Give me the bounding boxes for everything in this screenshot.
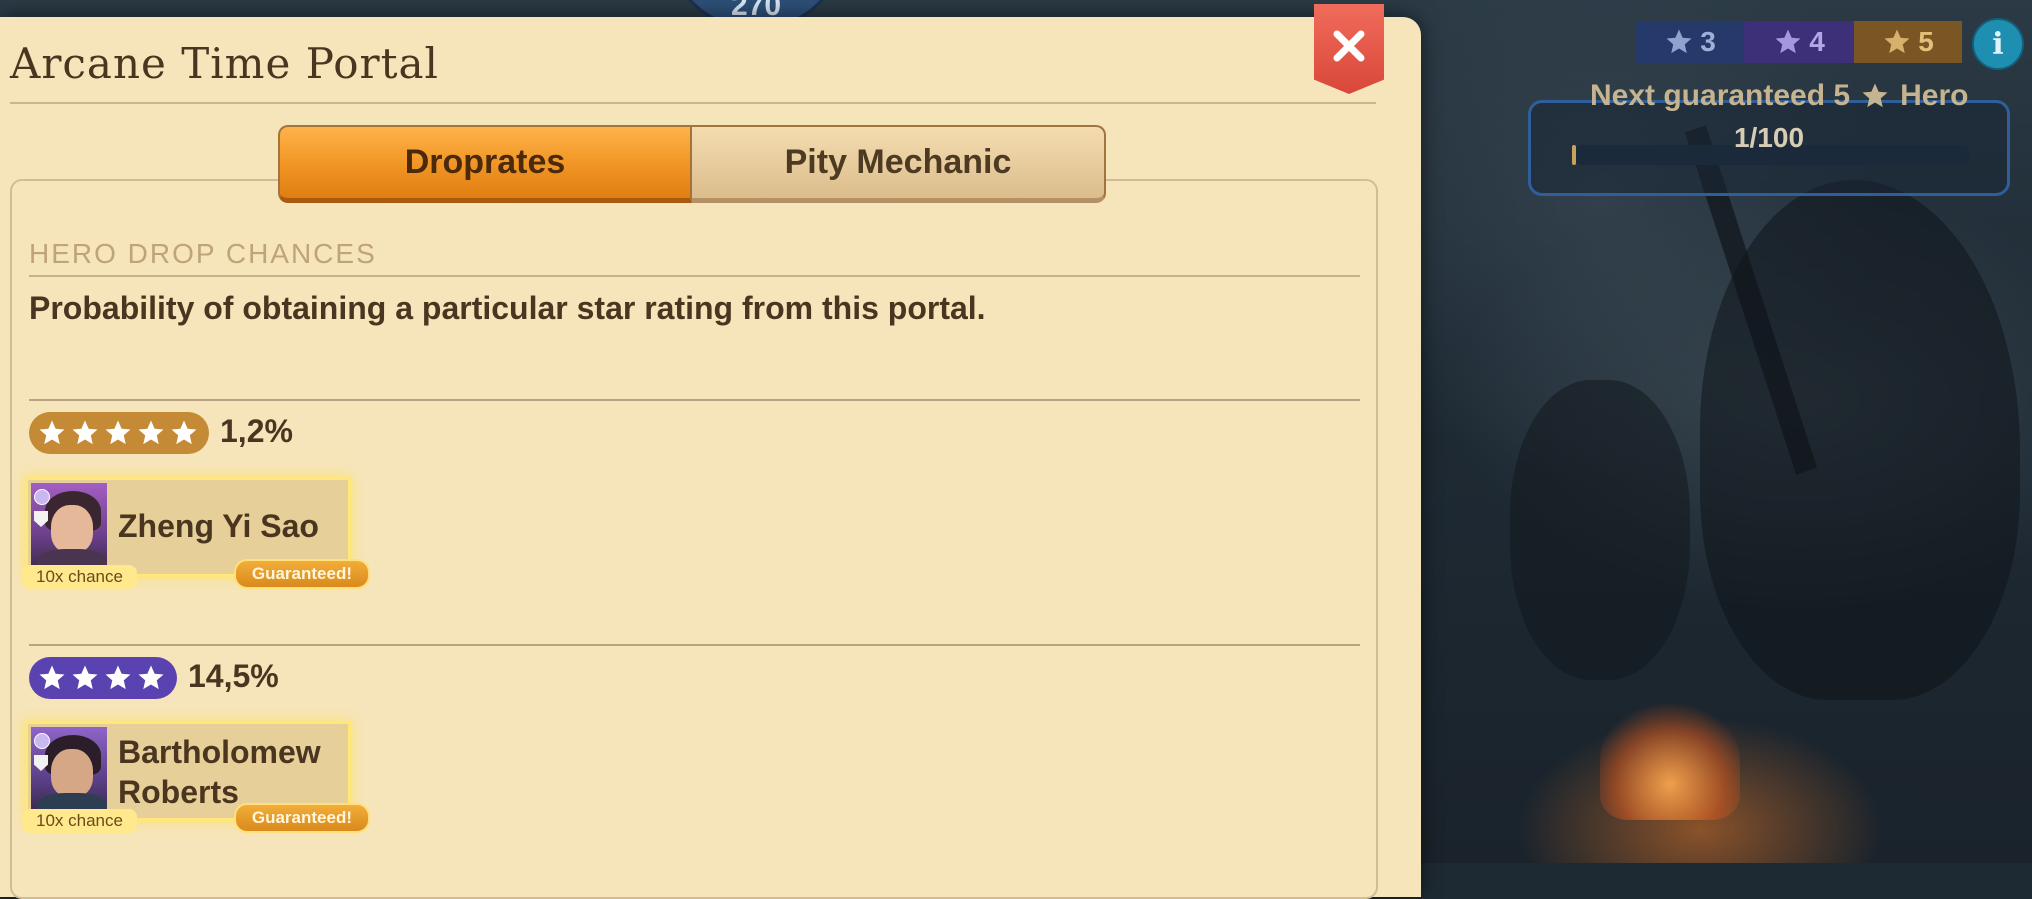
hero-card-zheng-yi-sao[interactable]: Zheng Yi Sao 10x chance Guaranteed! <box>22 477 370 589</box>
guarantee-label: Next guaranteed 5 Hero <box>1590 76 1968 116</box>
star-icon <box>72 665 98 690</box>
star-filter-3[interactable]: 3 <box>1636 21 1744 63</box>
star-filter-label: 4 <box>1809 26 1825 57</box>
moon-icon <box>34 489 50 505</box>
title-divider <box>10 102 1376 104</box>
guaranteed-tag: Guaranteed! <box>233 559 370 589</box>
tier-divider <box>29 399 1360 401</box>
star-icon <box>138 420 164 445</box>
portrait-face <box>51 749 93 797</box>
close-icon <box>1333 30 1365 62</box>
star-filter-tabs: 3 4 5 <box>1636 21 1962 63</box>
guarantee-label-prefix: Next guaranteed 5 <box>1590 79 1851 112</box>
star-icon <box>1862 83 1888 108</box>
section-divider <box>29 275 1360 277</box>
chance-tag: 10x chance <box>22 565 137 589</box>
star-filter-label: 5 <box>1918 26 1934 57</box>
hero-name: Zheng Yi Sao <box>118 508 319 544</box>
star-icon <box>1775 29 1801 54</box>
guarantee-label-suffix: Hero <box>1900 79 1969 112</box>
star-filter-4[interactable]: 4 <box>1744 21 1854 63</box>
star-icon <box>39 665 65 690</box>
star-filter-label: 3 <box>1700 26 1716 57</box>
hero-card-bartholomew-roberts[interactable]: Bartholomew Roberts 10x chance Guarantee… <box>22 721 370 833</box>
star-icon <box>105 420 131 445</box>
section-description: Probability of obtaining a particular st… <box>29 290 986 326</box>
hero-name-line2: Roberts <box>118 774 239 810</box>
background-silhouette <box>1510 380 1690 680</box>
star-icon <box>105 665 131 690</box>
star-icon <box>72 420 98 445</box>
five-star-rating-pill <box>29 412 209 454</box>
guaranteed-tag: Guaranteed! <box>233 803 370 833</box>
element-icon <box>34 733 50 749</box>
star-icon <box>39 420 65 445</box>
four-star-percentage: 14,5% <box>188 658 279 694</box>
five-star-percentage: 1,2% <box>220 413 293 449</box>
info-button[interactable]: i <box>1972 18 2024 70</box>
star-icon <box>1666 29 1692 54</box>
section-heading: HERO DROP CHANCES <box>29 238 377 269</box>
dialog-tabs: Droprates Pity Mechanic <box>278 125 1106 207</box>
close-button[interactable] <box>1314 4 1384 94</box>
four-star-rating-pill <box>29 657 177 699</box>
tab-droprates[interactable]: Droprates <box>278 125 692 203</box>
star-icon <box>171 420 197 445</box>
hero-portrait <box>31 727 107 815</box>
star-icon <box>138 665 164 690</box>
campfire-glow <box>1600 700 1740 820</box>
portrait-face <box>51 505 93 553</box>
info-icon: i <box>1992 26 2004 62</box>
hero-portrait <box>31 483 107 571</box>
star-icon <box>1884 29 1910 54</box>
tier-divider <box>29 644 1360 646</box>
chance-tag: 10x chance <box>22 809 137 833</box>
tab-pity-mechanic[interactable]: Pity Mechanic <box>692 125 1106 203</box>
star-filter-5[interactable]: 5 <box>1854 21 1962 63</box>
hero-name-line1: Bartholomew <box>118 734 321 770</box>
dialog-title: Arcane Time Portal <box>10 39 439 88</box>
guarantee-progress-text: 1/100 <box>1733 122 1805 153</box>
